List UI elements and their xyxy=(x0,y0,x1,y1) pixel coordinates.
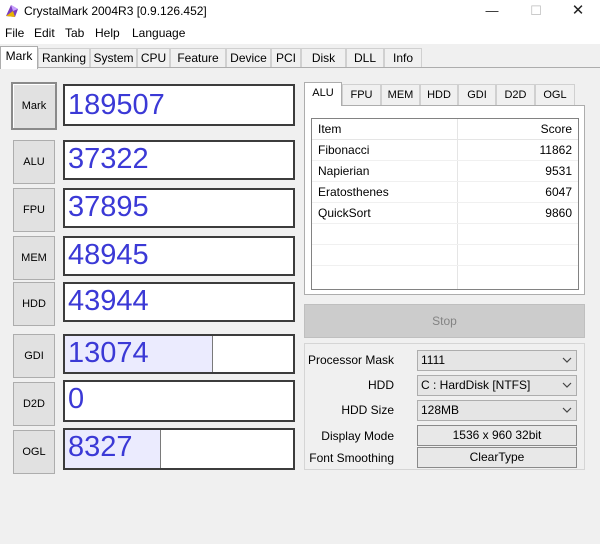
item-name: QuickSort xyxy=(318,206,371,220)
hdd-size-select[interactable]: 128MB xyxy=(417,400,577,421)
hdd-label: HDD xyxy=(368,378,394,392)
list-item[interactable]: Napierian 9531 xyxy=(312,161,578,182)
display-mode-value: 1536 x 960 32bit xyxy=(417,425,577,446)
crystalmark-logo-icon xyxy=(6,5,18,17)
fpu-score-box: 37895 xyxy=(63,188,295,228)
subtab-alu[interactable]: ALU xyxy=(304,82,342,106)
maximize-button[interactable]: ☐ xyxy=(514,0,558,22)
hdd-score-value: 43944 xyxy=(68,285,149,317)
ogl-score-box: 8327 xyxy=(63,428,295,470)
window-title: CrystalMark 2004R3 [0.9.126.452] xyxy=(24,4,207,18)
ogl-score-value: 8327 xyxy=(68,431,133,463)
mem-score-box: 48945 xyxy=(63,236,295,276)
processor-mask-select[interactable]: 1111 xyxy=(417,350,577,371)
chevron-down-icon xyxy=(562,407,572,413)
alu-score-box: 37322 xyxy=(63,140,295,180)
mark-score-box: 189507 xyxy=(63,84,295,126)
list-empty-row xyxy=(312,245,578,266)
column-header-item[interactable]: Item xyxy=(318,122,341,136)
menu-file[interactable]: File xyxy=(5,26,24,40)
processor-mask-label: Processor Mask xyxy=(307,353,394,367)
subtab-gdi[interactable]: GDI xyxy=(458,84,496,105)
alu-results-panel: Item Score Fibonacci 11862 Napierian 953… xyxy=(304,105,585,295)
display-mode-label: Display Mode xyxy=(321,429,394,443)
item-score: 6047 xyxy=(545,185,572,199)
menu-tab[interactable]: Tab xyxy=(65,26,84,40)
font-smoothing-label: Font Smoothing xyxy=(309,451,394,465)
tab-info[interactable]: Info xyxy=(384,48,422,68)
column-header-score[interactable]: Score xyxy=(541,122,572,136)
list-item[interactable]: QuickSort 9860 xyxy=(312,203,578,224)
list-item[interactable]: Eratosthenes 6047 xyxy=(312,182,578,203)
d2d-score-value: 0 xyxy=(68,383,85,415)
item-name: Fibonacci xyxy=(318,143,370,157)
item-score: 9531 xyxy=(545,164,572,178)
ogl-button[interactable]: OGL xyxy=(13,430,55,474)
tab-mark[interactable]: Mark xyxy=(0,46,38,69)
close-button[interactable]: ✕ xyxy=(556,0,600,22)
processor-mask-value: 1111 xyxy=(421,353,446,367)
font-smoothing-value: ClearType xyxy=(417,447,577,468)
item-name: Eratosthenes xyxy=(318,185,389,199)
main-tab-bar: Mark Ranking System CPU Feature Device P… xyxy=(0,46,600,69)
hdd-select[interactable]: C : HardDisk [NTFS] xyxy=(417,375,577,396)
d2d-button[interactable]: D2D xyxy=(13,382,55,426)
gdi-score-box: 13074 xyxy=(63,334,295,374)
item-score: 11862 xyxy=(539,143,572,157)
subtab-mem[interactable]: MEM xyxy=(381,84,420,105)
alu-button[interactable]: ALU xyxy=(13,140,55,184)
subtab-hdd[interactable]: HDD xyxy=(420,84,458,105)
menu-help[interactable]: Help xyxy=(95,26,120,40)
d2d-score-box: 0 xyxy=(63,380,295,422)
subtab-d2d[interactable]: D2D xyxy=(496,84,535,105)
item-score: 9860 xyxy=(545,206,572,220)
list-empty-row xyxy=(312,224,578,245)
fpu-score-value: 37895 xyxy=(68,191,149,223)
menu-edit[interactable]: Edit xyxy=(34,26,55,40)
gdi-button[interactable]: GDI xyxy=(13,334,55,378)
minimize-button[interactable]: — xyxy=(470,0,514,22)
settings-panel: Processor Mask 1111 HDD C : HardDisk [NT… xyxy=(304,343,585,470)
menu-language[interactable]: Language xyxy=(132,26,185,40)
list-header: Item Score xyxy=(312,119,578,140)
alu-score-value: 37322 xyxy=(68,143,149,175)
mark-score-value: 189507 xyxy=(68,89,165,121)
tab-cpu[interactable]: CPU xyxy=(137,48,170,68)
list-item[interactable]: Fibonacci 11862 xyxy=(312,140,578,161)
tab-system[interactable]: System xyxy=(90,48,137,68)
results-list[interactable]: Item Score Fibonacci 11862 Napierian 953… xyxy=(311,118,579,290)
gdi-score-value: 13074 xyxy=(68,337,149,369)
hdd-button[interactable]: HDD xyxy=(13,282,55,326)
hdd-size-value: 128MB xyxy=(421,403,460,417)
tab-disk[interactable]: Disk xyxy=(301,48,346,68)
menu-bar: File Edit Tab Help Language xyxy=(0,22,600,44)
tab-ranking[interactable]: Ranking xyxy=(38,48,90,68)
mark-button[interactable]: Mark xyxy=(11,82,57,130)
tab-pci[interactable]: PCI xyxy=(271,48,301,68)
chevron-down-icon xyxy=(562,357,572,363)
tab-dll[interactable]: DLL xyxy=(346,48,384,68)
fpu-button[interactable]: FPU xyxy=(13,188,55,232)
stop-button[interactable]: Stop xyxy=(304,304,585,338)
hdd-score-box: 43944 xyxy=(63,282,295,322)
tab-feature[interactable]: Feature xyxy=(170,48,226,68)
list-empty-row xyxy=(312,266,578,287)
tab-device[interactable]: Device xyxy=(226,48,271,68)
subtab-fpu[interactable]: FPU xyxy=(342,84,381,105)
title-bar: CrystalMark 2004R3 [0.9.126.452] — ☐ ✕ xyxy=(0,0,600,22)
mem-button[interactable]: MEM xyxy=(13,236,55,280)
hdd-value: C : HardDisk [NTFS] xyxy=(421,378,531,392)
chevron-down-icon xyxy=(562,382,572,388)
item-name: Napierian xyxy=(318,164,370,178)
subtab-ogl[interactable]: OGL xyxy=(535,84,575,105)
mem-score-value: 48945 xyxy=(68,239,149,271)
hdd-size-label: HDD Size xyxy=(341,403,394,417)
